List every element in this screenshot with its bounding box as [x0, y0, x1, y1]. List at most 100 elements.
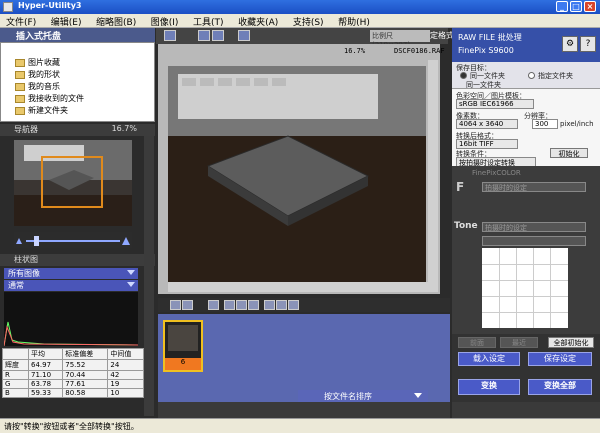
resolution-unit: pixel/inch — [560, 120, 594, 128]
maximize-icon[interactable]: □ — [570, 1, 582, 12]
menu-thumbnail[interactable]: 缩略图(B) — [90, 14, 142, 28]
histogram-mode-select[interactable]: 通常 — [4, 280, 138, 291]
raw-panel-footer — [452, 402, 600, 418]
histogram-stats-table: 平均 标准偏差 中间值 辉度 64.97 75.52 24 R 71.10 70… — [2, 348, 144, 398]
grid-icon[interactable] — [264, 300, 275, 310]
folder-label: 我的形状 — [28, 70, 60, 79]
navigator-title: 导航器 — [14, 125, 38, 134]
grid-line — [482, 312, 568, 313]
finepix-color-select[interactable]: 拍摄时的设定 — [482, 182, 586, 192]
folder-icon — [15, 94, 25, 103]
tone-curve-graph[interactable] — [482, 248, 568, 328]
raw-panel-title: RAW FILE 批处理 — [458, 33, 522, 42]
folder-icon — [15, 82, 25, 91]
tone-select[interactable]: 拍摄时的设定 — [482, 222, 586, 232]
thumbnail-caption: 6 — [165, 358, 201, 370]
convert-button[interactable]: 变换 — [458, 379, 520, 395]
thumbnail-image — [168, 325, 198, 351]
histogram-image-select[interactable]: 所有图像 — [4, 268, 138, 279]
table-cell: G — [2, 379, 29, 389]
histogram-header[interactable]: 柱状图 — [0, 254, 155, 266]
photo-content — [168, 66, 426, 284]
next-image-icon[interactable] — [182, 300, 193, 310]
table-header: 中间值 — [107, 348, 144, 360]
wrench-icon[interactable]: ⚙ — [562, 36, 578, 52]
minimize-icon[interactable]: _ — [556, 1, 568, 12]
radio-specified-folder[interactable] — [528, 72, 535, 79]
table-cell: 24 — [107, 359, 144, 371]
table-cell: 59.33 — [27, 388, 64, 398]
help-icon[interactable]: ? — [580, 36, 596, 52]
table-cell: 70.44 — [62, 370, 109, 380]
color-space-select[interactable]: sRGB IEC61966 — [456, 99, 534, 109]
folder-item[interactable]: 图片收藏 — [15, 57, 60, 67]
list-view-icon[interactable] — [238, 30, 250, 41]
histogram-title: 柱状图 — [14, 255, 38, 264]
folder-tree[interactable]: 图片收藏 我的形状 我的音乐 我接收到的文件 新建文件夹 — [0, 42, 155, 122]
grid-view-icon[interactable] — [198, 30, 210, 41]
resolution-input[interactable]: 300 — [532, 119, 558, 129]
pixels-select[interactable]: 4064 x 3640 — [456, 119, 518, 129]
thumbnail-item[interactable]: 6 — [163, 320, 203, 372]
init-all-button[interactable]: 全部初始化 — [548, 337, 594, 348]
folder-item[interactable]: 我的音乐 — [15, 81, 60, 91]
fit-view-icon[interactable] — [248, 300, 259, 310]
table-row: R 71.10 70.44 42 — [2, 370, 144, 380]
recent-setting-button[interactable]: 最近 — [500, 337, 538, 348]
grid-line — [499, 248, 500, 328]
scale-ratio-field[interactable]: 比例尺(219×297) — [370, 30, 430, 49]
single-view-icon[interactable] — [164, 30, 176, 41]
table-cell: 10 — [107, 388, 144, 398]
sort-select[interactable]: 按文件名排序 — [298, 390, 428, 402]
tone-sub-select[interactable] — [482, 236, 586, 246]
folder-icon — [15, 106, 25, 115]
tone-label: Tone — [454, 221, 478, 231]
chevron-down-icon — [127, 270, 135, 275]
image-viewer[interactable]: 16.7% DSCF0186.RAF — [158, 44, 445, 294]
menu-help[interactable]: 帮助(H) — [332, 14, 376, 28]
folder-label: 图片收藏 — [28, 58, 60, 67]
navigator-preview[interactable] — [14, 140, 132, 226]
compare-icon[interactable] — [276, 300, 287, 310]
folder-item[interactable]: 我接收到的文件 — [15, 93, 84, 103]
load-settings-button[interactable]: 载入设定 — [458, 352, 520, 366]
menu-image[interactable]: 图像(I) — [145, 14, 185, 28]
left-pane-scrollbar[interactable] — [144, 136, 154, 416]
menu-favorites[interactable]: 收藏夹(A) — [232, 14, 284, 28]
folder-item[interactable]: 我的形状 — [15, 69, 60, 79]
viewer-vertical-scrollbar[interactable] — [428, 60, 438, 292]
radio-specified-folder-label: 指定文件夹 — [538, 72, 573, 80]
detail-view-icon[interactable] — [212, 30, 224, 41]
menu-tools[interactable]: 工具(T) — [187, 14, 230, 28]
menu-support[interactable]: 支持(S) — [287, 14, 330, 28]
menu-file[interactable]: 文件(F) — [0, 14, 42, 28]
save-settings-button[interactable]: 保存设定 — [528, 352, 592, 366]
navigator-viewport-rect[interactable] — [41, 156, 103, 208]
close-icon[interactable]: × — [584, 1, 596, 12]
table-cell: 75.52 — [62, 359, 109, 371]
table-header: 平均 — [27, 348, 64, 360]
initialize-button[interactable]: 初始化 — [550, 148, 588, 158]
viewer-horizontal-scrollbar[interactable] — [168, 282, 428, 292]
convert-all-button[interactable]: 变换全部 — [528, 379, 592, 395]
info-icon[interactable] — [288, 300, 299, 310]
format-select[interactable]: 16bit TIFF — [456, 139, 518, 149]
table-cell: 19 — [107, 379, 144, 389]
zoom-slider[interactable] — [14, 232, 132, 248]
table-cell: 71.10 — [27, 370, 64, 380]
hand-tool-icon[interactable] — [208, 300, 219, 310]
menu-edit[interactable]: 编辑(E) — [45, 14, 88, 28]
zoom-in-icon[interactable] — [224, 300, 235, 310]
zoom-out-icon[interactable] — [236, 300, 247, 310]
status-bar: 请按"转换"按钮或者"全部转换"按钮。 — [0, 418, 600, 433]
plugin-tray-header[interactable]: 插入式托盘 — [0, 28, 155, 42]
folder-icon — [15, 70, 25, 79]
table-cell: 64.97 — [27, 359, 64, 371]
thumbnail-strip[interactable]: 6 — [158, 314, 450, 402]
prev-setting-button[interactable]: 前面 — [458, 337, 496, 348]
radio-same-folder[interactable] — [460, 72, 467, 79]
navigator-header[interactable]: 导航器 16.7% — [0, 124, 155, 136]
finepix-color-label: FinePixCOLOR — [472, 169, 521, 177]
folder-item[interactable]: 新建文件夹 — [15, 105, 68, 115]
prev-image-icon[interactable] — [170, 300, 181, 310]
